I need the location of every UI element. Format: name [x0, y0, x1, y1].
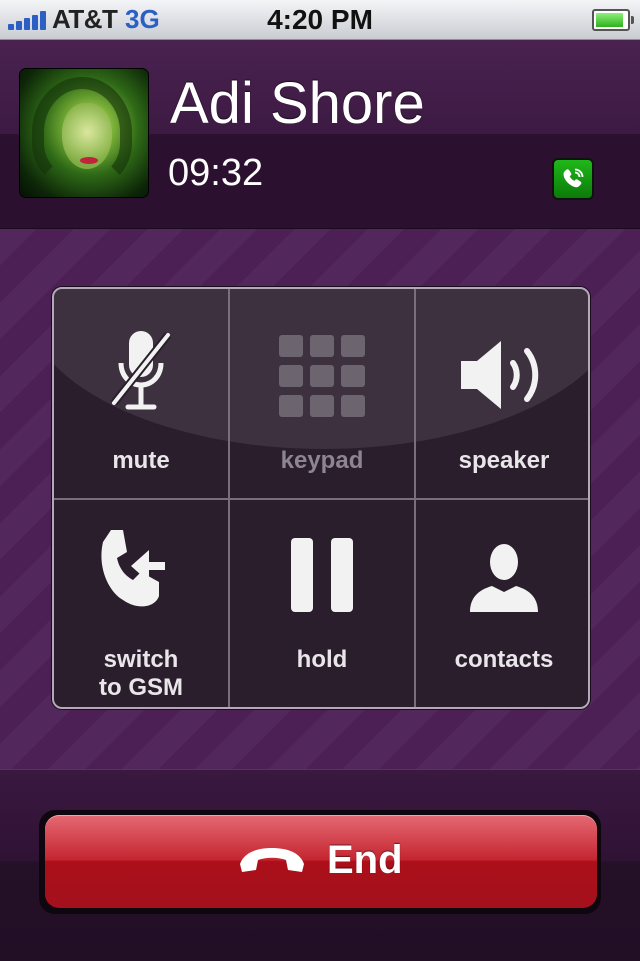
contact-name: Adi Shore	[170, 71, 425, 136]
contacts-button[interactable]: contacts	[416, 500, 588, 707]
mute-label: mute	[112, 447, 170, 474]
status-bar: AT&T 3G 4:20 PM	[0, 0, 640, 40]
call-duration: 09:32	[168, 152, 264, 194]
hold-button[interactable]: hold	[230, 500, 416, 707]
end-call-label: End	[327, 838, 403, 882]
switch-to-gsm-button[interactable]: switch to GSM	[54, 500, 230, 707]
contact-avatar	[20, 69, 148, 197]
end-call-button[interactable]	[45, 815, 597, 908]
contacts-label: contacts	[454, 646, 554, 673]
switch-gsm-icon	[101, 530, 165, 607]
contacts-icon	[470, 544, 538, 612]
battery-icon	[592, 9, 634, 31]
caller-header: Adi Shore 09:32	[0, 40, 640, 229]
keypad-label: keypad	[280, 447, 364, 474]
hold-label: hold	[296, 646, 348, 673]
speaker-label: speaker	[458, 447, 550, 474]
call-controls-panel: mute keypad speaker switch to GSM hold c…	[52, 287, 590, 709]
switch-gsm-label-line1: switch	[103, 646, 179, 673]
keypad-button[interactable]: keypad	[230, 289, 416, 500]
switch-gsm-label-line2: to GSM	[99, 674, 183, 701]
viber-phone-icon	[552, 158, 594, 200]
speaker-icon	[461, 341, 539, 409]
speaker-button[interactable]: speaker	[416, 289, 588, 500]
pause-icon	[291, 538, 353, 612]
mic-off-icon	[110, 331, 172, 410]
mute-button[interactable]: mute	[54, 289, 230, 500]
status-time: 4:20 PM	[267, 4, 373, 35]
hangup-icon	[240, 848, 304, 872]
keypad-icon	[279, 335, 365, 417]
